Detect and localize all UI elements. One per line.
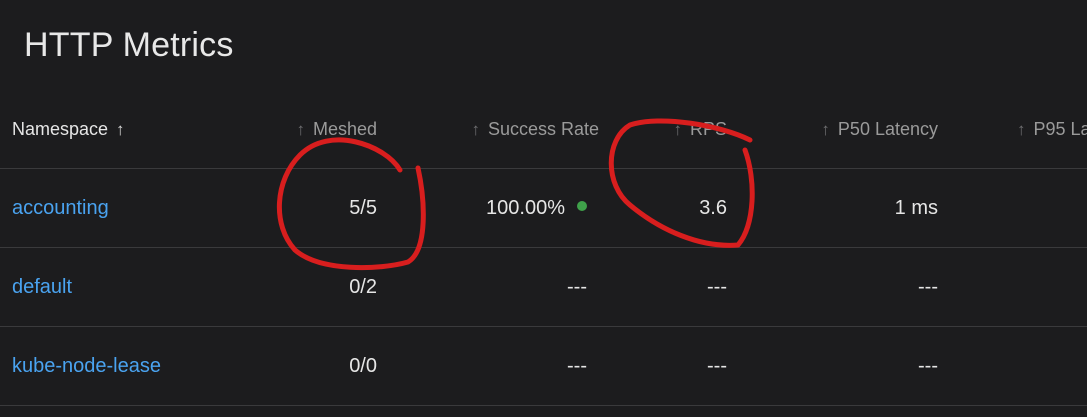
column-header-label: P50 Latency xyxy=(837,118,938,139)
p50-latency-cell: 1 ms xyxy=(727,168,938,248)
sort-up-icon: ↑ xyxy=(821,119,830,139)
column-header-namespace[interactable]: Namespace ↑ xyxy=(0,90,220,169)
metrics-table: Namespace ↑ ↑ Meshed ↑ Success Rate ↑ RPS ↑ P… xyxy=(0,90,1087,406)
namespace-link[interactable]: kube-node-lease xyxy=(12,355,161,377)
table-header-row: Namespace ↑ ↑ Meshed ↑ Success Rate ↑ RPS ↑ P… xyxy=(0,90,1087,169)
column-header-meshed[interactable]: ↑ Meshed xyxy=(220,90,377,169)
column-header-label: Namespace xyxy=(12,118,109,139)
meshed-cell: 5/5 xyxy=(220,168,377,248)
table-row: accounting 5/5 100.00% 3.6 1 ms xyxy=(0,168,1087,248)
success-rate-value: 100.00% xyxy=(486,196,565,219)
success-rate-cell: --- xyxy=(377,247,599,327)
success-rate-cell: 100.00% xyxy=(377,168,599,248)
sort-up-icon: ↑ xyxy=(1017,119,1026,139)
column-header-label: RPS xyxy=(689,118,727,139)
column-header-rps[interactable]: ↑ RPS xyxy=(599,90,727,169)
http-metrics-page: HTTP Metrics Namespace ↑ ↑ Meshed ↑ Success… xyxy=(0,0,1087,417)
namespace-link[interactable]: accounting xyxy=(12,197,109,219)
sort-ascending-icon: ↑ xyxy=(116,119,125,139)
meshed-cell: 0/0 xyxy=(220,326,377,406)
rps-cell: 3.6 xyxy=(599,168,727,248)
table-row: kube-node-lease 0/0 --- --- --- xyxy=(0,326,1087,406)
p95-latency-cell xyxy=(938,168,1087,248)
namespace-link[interactable]: default xyxy=(12,276,72,298)
column-header-p50-latency[interactable]: ↑ P50 Latency xyxy=(727,90,938,169)
success-status-dot-icon xyxy=(577,201,587,212)
sort-up-icon: ↑ xyxy=(296,119,305,139)
column-header-success-rate[interactable]: ↑ Success Rate xyxy=(377,90,599,169)
column-header-p95-latency[interactable]: ↑ P95 Latency xyxy=(938,90,1087,169)
p50-latency-cell: --- xyxy=(727,247,938,327)
meshed-cell: 0/2 xyxy=(220,247,377,327)
rps-cell: --- xyxy=(599,247,727,327)
column-header-label: P95 Latency xyxy=(1033,118,1087,139)
column-header-label: Meshed xyxy=(312,118,377,139)
p95-latency-cell xyxy=(938,247,1087,327)
table-row: default 0/2 --- --- --- xyxy=(0,247,1087,327)
success-rate-cell: --- xyxy=(377,326,599,406)
p50-latency-cell: --- xyxy=(727,326,938,406)
rps-cell: --- xyxy=(599,326,727,406)
sort-up-icon: ↑ xyxy=(673,119,682,139)
sort-up-icon: ↑ xyxy=(471,119,480,139)
p95-latency-cell xyxy=(938,326,1087,406)
page-title: HTTP Metrics xyxy=(24,26,234,64)
column-header-label: Success Rate xyxy=(487,118,599,139)
